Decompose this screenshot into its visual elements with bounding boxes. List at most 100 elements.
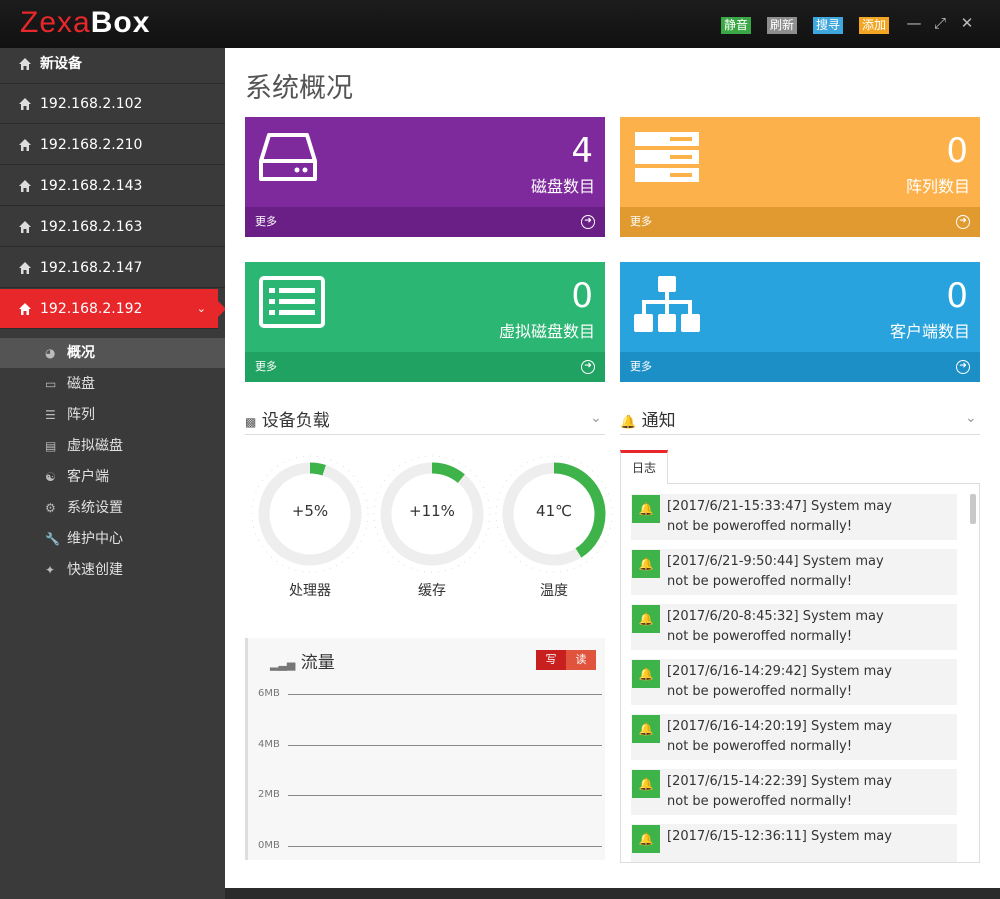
legend-write[interactable]: 写: [536, 650, 566, 670]
sidebar-item-overview[interactable]: ◕ 概况: [0, 338, 225, 368]
cache-label: 缓存: [418, 583, 446, 599]
notice-section-title: 🔔 通知: [620, 411, 676, 431]
refresh-button[interactable]: 刷新: [767, 17, 798, 34]
list-box-icon: [259, 276, 325, 332]
disk-count-label: 磁盘数目: [530, 177, 595, 196]
sidebar-item-settings[interactable]: ⚙ 系统设置: [0, 493, 225, 523]
bell-icon: 🔔: [632, 770, 660, 798]
bell-icon: 🔔: [632, 715, 660, 743]
traffic-title: ▂▃▅ 流量: [270, 653, 335, 673]
bell-icon: 🔔: [632, 660, 660, 688]
sidebar-item-new-device[interactable]: 新设备: [0, 48, 225, 84]
divider: [620, 434, 980, 435]
sidebar-item-quick-create[interactable]: ✦ 快速创建: [0, 555, 225, 585]
log-list: 🔔 [2017/6/21-15:33:47] System may not be …: [620, 483, 980, 863]
cache-gauge: +11% 缓存: [372, 454, 492, 599]
sidebar-item-virtual-disk[interactable]: ▤ 虚拟磁盘: [0, 431, 225, 461]
sidebar-item-device[interactable]: 192.168.2.102: [0, 84, 225, 124]
title-bar: ZexaBox 静音 刷新 搜寻 添加 — ⤢ ✕: [0, 0, 1000, 48]
array-icon: ☰: [45, 408, 56, 422]
settings-icon: ⚙: [45, 501, 56, 515]
hard-drive-icon: [259, 131, 317, 187]
cache-value: +11%: [409, 502, 455, 520]
bell-icon: 🔔: [632, 825, 660, 853]
virtual-disk-more-link[interactable]: 更多 ➜: [245, 352, 605, 382]
disk-icon: ▭: [45, 377, 57, 391]
virtual-disk-count-label: 虚拟磁盘数目: [498, 322, 595, 341]
log-item: 🔔 [2017/6/21-9:50:44] System may not be p…: [631, 549, 957, 595]
arrow-right-icon: ➜: [581, 215, 595, 229]
traffic-panel: ▂▃▅ 流量 写 读 6MB 4MB 2MB 0MB: [245, 638, 605, 860]
sidebar-item-maintenance[interactable]: 🔧 维护中心: [0, 524, 225, 554]
mute-button[interactable]: 静音: [721, 17, 752, 34]
add-button[interactable]: 添加: [859, 17, 890, 34]
close-icon[interactable]: ✕: [958, 14, 976, 32]
magic-wand-icon: ✦: [45, 563, 56, 577]
disk-count-card: 4 磁盘数目 更多 ➜: [245, 117, 605, 237]
client-count-card: 0 客户端数目 更多 ➜: [620, 262, 980, 382]
search-button[interactable]: 搜寻: [813, 17, 844, 34]
bar-chart-icon: ▩: [245, 415, 257, 429]
client-icon: ☯: [45, 470, 56, 484]
arrow-right-icon: ➜: [581, 360, 595, 374]
disk-count-value: 4: [571, 131, 593, 171]
array-count-value: 0: [946, 131, 968, 171]
temperature-value: 41℃: [536, 502, 572, 520]
sidebar-item-device[interactable]: 192.168.2.163: [0, 207, 225, 247]
sidebar-item-disk[interactable]: ▭ 磁盘: [0, 369, 225, 399]
bell-icon: 🔔: [620, 415, 637, 430]
sidebar-item-array[interactable]: ☰ 阵列: [0, 400, 225, 430]
app-logo: ZexaBox: [20, 6, 151, 39]
bell-icon: 🔔: [632, 550, 660, 578]
array-count-card: 0 阵列数目 更多 ➜: [620, 117, 980, 237]
home-icon: [18, 289, 32, 345]
array-count-label: 阵列数目: [905, 177, 970, 196]
sidebar-item-client[interactable]: ☯ 客户端: [0, 462, 225, 492]
legend-read[interactable]: 读: [566, 650, 596, 670]
grid-line: 2MB: [258, 789, 602, 805]
chevron-down-icon[interactable]: ⌄: [590, 410, 602, 426]
grid-line: 4MB: [258, 739, 602, 755]
virtual-disk-count-card: 0 虚拟磁盘数目 更多 ➜: [245, 262, 605, 382]
temperature-gauge: 41℃ 温度: [494, 454, 614, 599]
dashboard-icon: ◕: [45, 346, 56, 360]
page-title: 系统概况: [245, 73, 353, 104]
scrollbar[interactable]: [970, 494, 976, 524]
wrench-icon: 🔧: [45, 532, 60, 546]
grid-line: 0MB: [258, 840, 602, 856]
log-item: 🔔 [2017/6/20-8:45:32] System may not be p…: [631, 604, 957, 650]
minimize-icon[interactable]: —: [905, 14, 923, 32]
bell-icon: 🔔: [632, 605, 660, 633]
log-item: 🔔 [2017/6/21-15:33:47] System may not be …: [631, 494, 957, 540]
log-item: 🔔 [2017/6/15-14:22:39] System may not be …: [631, 769, 957, 815]
array-more-link[interactable]: 更多 ➜: [620, 207, 980, 237]
log-item: 🔔 [2017/6/16-14:20:19] System may not be …: [631, 714, 957, 760]
main-content: 系统概况 4 磁盘数目 更多 ➜ 0 阵列数目 更多 ➜ 0 虚拟磁盘数目 更多: [225, 48, 1000, 888]
virtual-disk-count-value: 0: [571, 276, 593, 316]
tab-log[interactable]: 日志: [620, 450, 668, 484]
sidebar-item-device[interactable]: 192.168.2.143: [0, 166, 225, 206]
chevron-down-icon: ⌄: [196, 302, 206, 315]
chevron-down-icon[interactable]: ⌄: [965, 410, 977, 426]
log-item: 🔔 [2017/6/16-14:29:42] System may not be …: [631, 659, 957, 705]
arrow-right-icon: ➜: [956, 215, 970, 229]
sidebar-item-device-active[interactable]: 192.168.2.192 ⌄: [0, 289, 226, 329]
grid-line: 6MB: [258, 688, 602, 704]
maximize-icon[interactable]: ⤢: [931, 14, 949, 32]
sidebar: 新设备 192.168.2.102 192.168.2.210 192.168.…: [0, 48, 226, 899]
sidebar-item-device[interactable]: 192.168.2.210: [0, 125, 225, 165]
arrow-right-icon: ➜: [956, 360, 970, 374]
client-count-label: 客户端数目: [889, 322, 970, 341]
client-count-value: 0: [946, 276, 968, 316]
cpu-value: +5%: [291, 502, 329, 520]
bell-icon: 🔔: [632, 495, 660, 523]
server-stack-icon: [634, 131, 700, 187]
disk-more-link[interactable]: 更多 ➜: [245, 207, 605, 237]
client-more-link[interactable]: 更多 ➜: [620, 352, 980, 382]
notice-panel: 日志 🔔 [2017/6/21-15:33:47] System may not …: [620, 448, 980, 863]
cpu-gauge: +5% 处理器: [250, 454, 370, 599]
log-item: 🔔 [2017/6/15-12:36:11] System may: [631, 824, 957, 862]
load-section-title: ▩ 设备负载: [245, 411, 330, 431]
sidebar-item-device[interactable]: 192.168.2.147: [0, 248, 225, 288]
divider: [245, 434, 605, 435]
